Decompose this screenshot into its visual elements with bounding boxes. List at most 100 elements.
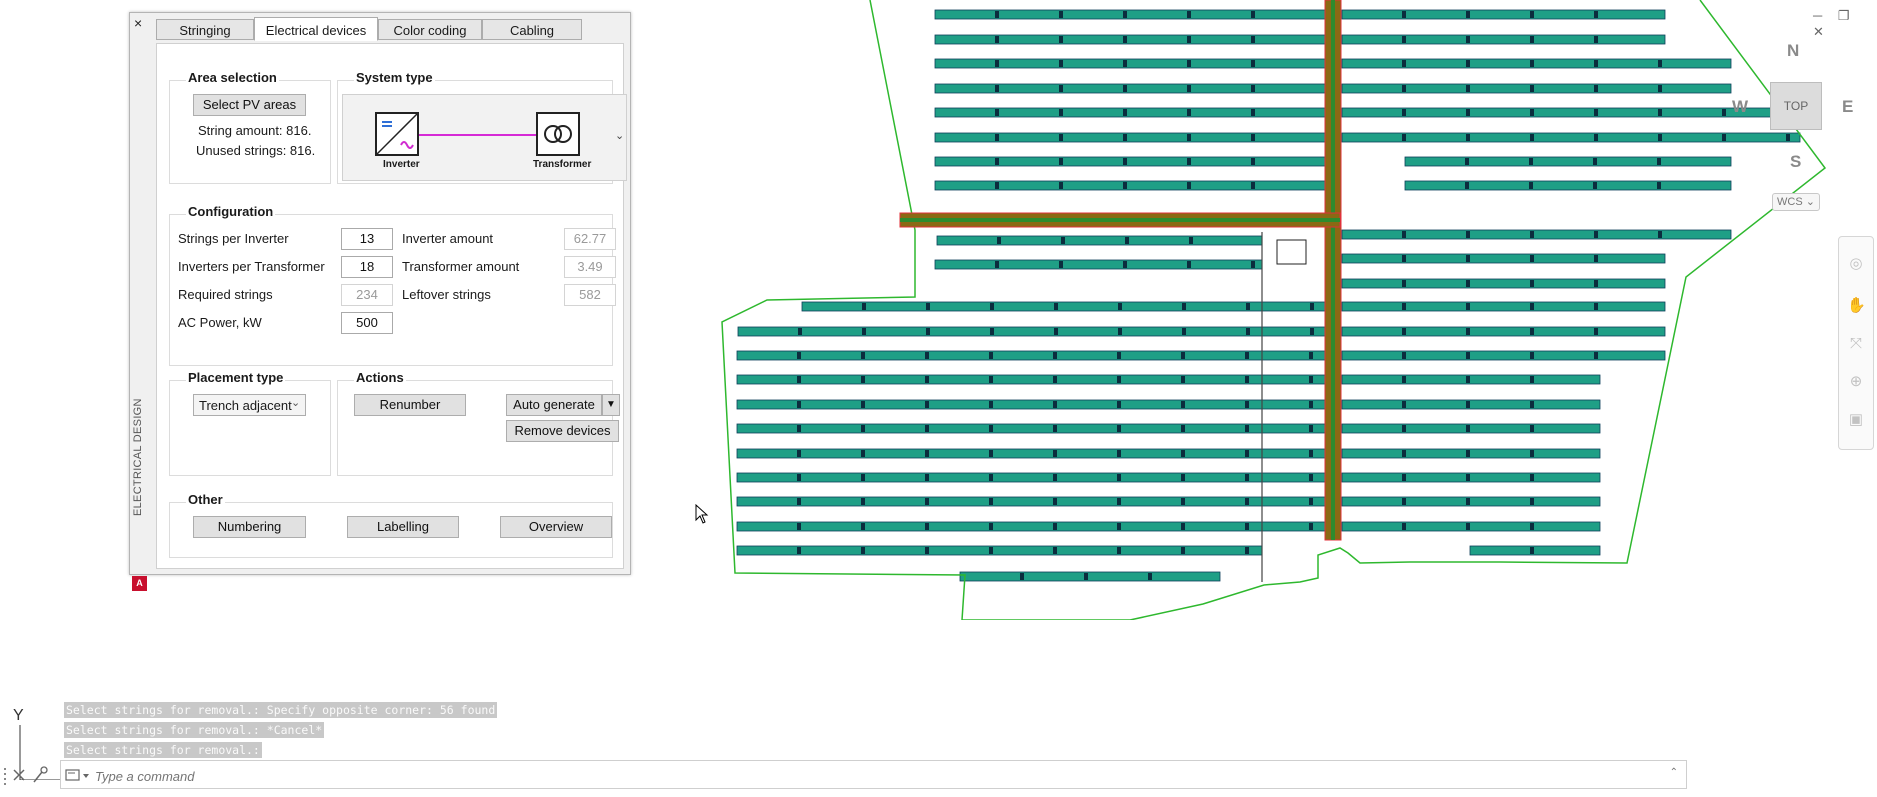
system-type-dropdown-icon[interactable]: ⌄ xyxy=(615,129,624,142)
expand-history-icon[interactable]: ⌃ xyxy=(1670,767,1678,778)
labelling-button[interactable]: Labelling xyxy=(347,516,459,538)
command-input[interactable] xyxy=(93,765,1597,787)
numbering-button[interactable]: Numbering xyxy=(193,516,306,538)
pv-string-row[interactable] xyxy=(1341,9,1666,20)
viewcube-north[interactable]: N xyxy=(1787,41,1799,61)
tab-cabling[interactable]: Cabling xyxy=(482,19,582,40)
string-marker xyxy=(1529,182,1533,189)
pv-string-row[interactable] xyxy=(1404,180,1732,191)
pv-string-row[interactable] xyxy=(736,448,1326,459)
trench-segment[interactable] xyxy=(900,218,1340,222)
string-marker xyxy=(1530,231,1534,238)
customize-wrench-icon[interactable] xyxy=(33,766,48,783)
trench-segment[interactable] xyxy=(1331,0,1335,540)
pv-string-row[interactable] xyxy=(736,521,1326,532)
pv-string-row[interactable] xyxy=(1341,301,1666,312)
pv-string-row[interactable] xyxy=(1469,545,1601,556)
pv-string-row[interactable] xyxy=(1341,326,1666,337)
string-marker xyxy=(1466,401,1470,408)
pv-string-row[interactable] xyxy=(1341,374,1601,385)
tab-stringing[interactable]: Stringing xyxy=(156,19,254,40)
orbit-icon[interactable]: ⊕ xyxy=(1847,373,1865,391)
pv-string-row[interactable] xyxy=(736,472,1326,483)
string-marker xyxy=(1059,85,1063,92)
pv-string-row[interactable] xyxy=(936,235,1263,246)
pv-string-row[interactable] xyxy=(1341,399,1601,410)
pv-string-row[interactable] xyxy=(736,374,1326,385)
pv-string-row[interactable] xyxy=(1341,229,1732,240)
overview-button[interactable]: Overview xyxy=(500,516,612,538)
string-marker xyxy=(1466,280,1470,287)
placement-type-select[interactable]: Trench adjacent ⌄ xyxy=(193,394,306,416)
pan-hand-icon[interactable]: ✋ xyxy=(1847,297,1866,315)
viewcube-top-face[interactable]: TOP xyxy=(1770,82,1822,130)
string-marker xyxy=(1245,425,1249,432)
select-pv-areas-button[interactable]: Select PV areas xyxy=(193,94,306,116)
auto-generate-dropdown-button[interactable]: ▼ xyxy=(602,394,620,416)
pv-string-row[interactable] xyxy=(934,9,1326,20)
pv-string-row[interactable] xyxy=(1341,472,1601,483)
string-marker xyxy=(1245,474,1249,481)
pv-string-row[interactable] xyxy=(959,571,1221,582)
palette-close-button[interactable]: × xyxy=(134,15,142,31)
pv-string-row[interactable] xyxy=(934,180,1326,191)
zoom-extents-icon[interactable]: ⤧ xyxy=(1847,335,1865,353)
pv-string-row[interactable] xyxy=(934,259,1263,270)
pv-string-row[interactable] xyxy=(1341,521,1601,532)
string-marker xyxy=(1466,36,1470,43)
pv-string-row[interactable] xyxy=(737,326,1326,337)
pv-string-row[interactable] xyxy=(934,107,1326,118)
pv-string-row[interactable] xyxy=(1341,58,1732,69)
close-command-line-icon[interactable] xyxy=(13,769,25,781)
grip-icon[interactable] xyxy=(4,768,6,785)
pv-string-row[interactable] xyxy=(736,423,1326,434)
device-placeholder-box xyxy=(1276,239,1307,265)
steering-wheel-icon[interactable]: ◎ xyxy=(1847,255,1865,273)
pv-string-row[interactable] xyxy=(1341,132,1801,143)
auto-generate-button[interactable]: Auto generate xyxy=(506,394,602,416)
strings-per-inverter-input[interactable]: 13 xyxy=(341,228,393,250)
pv-string-row[interactable] xyxy=(934,34,1326,45)
system-type-selector[interactable]: Inverter Transformer ⌄ xyxy=(342,94,627,181)
string-marker xyxy=(1402,109,1406,116)
show-motion-icon[interactable]: ▣ xyxy=(1847,411,1865,429)
pv-string-row[interactable] xyxy=(1341,423,1601,434)
tab-electrical-devices[interactable]: Electrical devices xyxy=(254,17,378,41)
pv-string-row[interactable] xyxy=(934,132,1326,143)
pv-string-row[interactable] xyxy=(1341,496,1601,507)
pv-string-row[interactable] xyxy=(934,83,1326,94)
pv-string-row[interactable] xyxy=(1341,350,1666,361)
renumber-button[interactable]: Renumber xyxy=(354,394,466,416)
drawing-canvas[interactable] xyxy=(700,0,1877,620)
pv-string-row[interactable] xyxy=(1341,278,1666,289)
palette-title-strip[interactable]: ELECTRICAL DESIGN A xyxy=(130,31,150,591)
string-amount-text: String amount: 816. xyxy=(198,123,312,138)
pv-string-row[interactable] xyxy=(1341,253,1666,264)
ac-power-input[interactable]: 500 xyxy=(341,312,393,334)
pv-string-row[interactable] xyxy=(934,156,1326,167)
string-marker xyxy=(995,134,999,141)
pv-string-row[interactable] xyxy=(736,350,1326,361)
pv-string-row[interactable] xyxy=(1341,83,1732,94)
wcs-label: WCS xyxy=(1777,196,1803,208)
inverters-per-transformer-input[interactable]: 18 xyxy=(341,256,393,278)
viewcube-south[interactable]: S xyxy=(1790,152,1801,172)
pv-string-row[interactable] xyxy=(1404,156,1732,167)
viewcube-west[interactable]: W xyxy=(1732,97,1748,117)
string-marker xyxy=(1466,255,1470,262)
pv-string-row[interactable] xyxy=(736,496,1326,507)
remove-devices-button[interactable]: Remove devices xyxy=(506,420,619,442)
viewcube-east[interactable]: E xyxy=(1842,97,1853,117)
pv-string-row[interactable] xyxy=(1341,34,1666,45)
pv-string-row[interactable] xyxy=(934,58,1326,69)
required-strings-value: 234 xyxy=(341,284,393,306)
configuration-group: Configuration Strings per Inverter 13 In… xyxy=(169,204,616,366)
pv-string-row[interactable] xyxy=(736,399,1326,410)
string-marker xyxy=(1245,352,1249,359)
pv-string-row[interactable] xyxy=(1341,107,1800,118)
pv-string-row[interactable] xyxy=(1341,448,1601,459)
recent-commands-icon[interactable] xyxy=(63,762,91,789)
tab-color-coding[interactable]: Color coding xyxy=(378,19,482,40)
window-controls[interactable]: ─ ❐ ✕ xyxy=(1813,8,1877,40)
wcs-menu[interactable]: WCS ⌄ xyxy=(1772,193,1820,211)
